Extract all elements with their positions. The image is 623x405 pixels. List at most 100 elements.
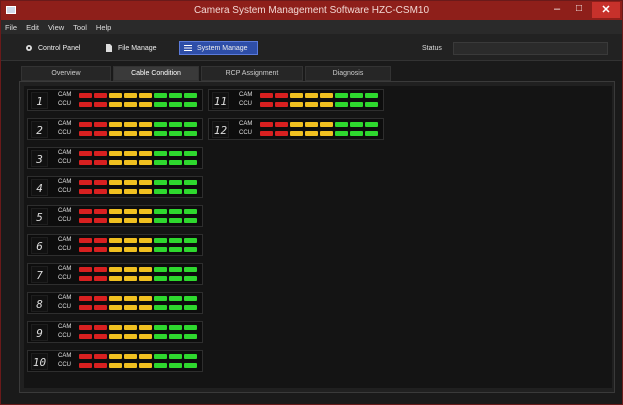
- file-manage-button[interactable]: File Manage: [101, 41, 177, 55]
- level-segment: [94, 93, 107, 98]
- level-segment: [154, 218, 167, 223]
- level-segment: [109, 209, 122, 214]
- level-segment: [169, 189, 182, 194]
- camera-number: 8: [31, 295, 48, 312]
- cam-label: CAM: [58, 324, 72, 330]
- camera-number: 3: [31, 150, 48, 167]
- level-segment: [154, 102, 167, 107]
- level-segment: [109, 189, 122, 194]
- level-segment: [94, 189, 107, 194]
- ccu-label: CCU: [58, 362, 71, 368]
- ccu-level-meter: [79, 247, 200, 253]
- level-segment: [124, 180, 137, 185]
- level-segment: [139, 122, 152, 127]
- level-segment: [169, 325, 182, 330]
- cam-level-meter: [79, 209, 200, 215]
- level-segment: [139, 296, 152, 301]
- cable-row: 7 CAM CCU: [27, 263, 203, 285]
- menu-edit[interactable]: Edit: [26, 23, 39, 32]
- level-segment: [94, 131, 107, 136]
- level-segment: [124, 325, 137, 330]
- level-segment: [154, 296, 167, 301]
- cable-condition-panel: 1 CAM CCU 2 CAM CCU 3 CAM CCU 4 CAM CCU 5 CAM CCU 6 CAM C…: [19, 81, 615, 393]
- level-segment: [94, 122, 107, 127]
- cable-row: 11 CAM CCU: [208, 89, 384, 111]
- level-segment: [94, 296, 107, 301]
- ccu-level-meter: [79, 131, 200, 137]
- level-segment: [169, 209, 182, 214]
- level-segment: [154, 131, 167, 136]
- ccu-label: CCU: [58, 101, 71, 107]
- level-segment: [79, 238, 92, 243]
- level-segment: [320, 122, 333, 127]
- level-segment: [94, 334, 107, 339]
- camera-number: 5: [31, 208, 48, 225]
- menu-tool[interactable]: Tool: [73, 23, 87, 32]
- cam-label: CAM: [58, 121, 72, 127]
- level-segment: [94, 160, 107, 165]
- menu-bar: File Edit View Tool Help: [1, 20, 622, 34]
- level-segment: [154, 189, 167, 194]
- system-manage-button[interactable]: System Manage: [179, 41, 258, 55]
- close-button[interactable]: ✕: [592, 2, 620, 18]
- level-segment: [154, 363, 167, 368]
- menu-help[interactable]: Help: [96, 23, 111, 32]
- tab-overview[interactable]: Overview: [21, 66, 111, 81]
- level-segment: [79, 189, 92, 194]
- level-segment: [184, 325, 197, 330]
- level-segment: [260, 102, 273, 107]
- level-segment: [184, 102, 197, 107]
- minimize-button[interactable]: –: [547, 3, 567, 17]
- level-segment: [139, 131, 152, 136]
- level-segment: [154, 238, 167, 243]
- level-segment: [124, 354, 137, 359]
- level-segment: [275, 102, 288, 107]
- tab-cable-condition[interactable]: Cable Condition: [113, 66, 199, 81]
- cam-label: CAM: [58, 92, 72, 98]
- maximize-button[interactable]: □: [569, 3, 589, 17]
- level-segment: [169, 102, 182, 107]
- level-segment: [184, 180, 197, 185]
- menu-file[interactable]: File: [5, 23, 17, 32]
- status-field: [453, 42, 608, 55]
- ccu-label: CCU: [58, 188, 71, 194]
- level-segment: [109, 267, 122, 272]
- level-segment: [184, 209, 197, 214]
- ccu-label: CCU: [58, 130, 71, 136]
- level-segment: [139, 151, 152, 156]
- menu-view[interactable]: View: [48, 23, 64, 32]
- level-segment: [139, 325, 152, 330]
- level-segment: [79, 93, 92, 98]
- level-segment: [139, 354, 152, 359]
- tab-rcp-assignment[interactable]: RCP Assignment: [201, 66, 303, 81]
- cam-level-meter: [260, 93, 381, 99]
- level-segment: [94, 209, 107, 214]
- level-segment: [79, 267, 92, 272]
- level-segment: [169, 180, 182, 185]
- level-segment: [109, 305, 122, 310]
- level-segment: [260, 122, 273, 127]
- level-segment: [79, 122, 92, 127]
- level-segment: [124, 296, 137, 301]
- level-segment: [184, 160, 197, 165]
- tab-diagnosis[interactable]: Diagnosis: [305, 66, 391, 81]
- level-segment: [184, 247, 197, 252]
- level-segment: [154, 180, 167, 185]
- level-segment: [124, 305, 137, 310]
- level-segment: [109, 334, 122, 339]
- cam-level-meter: [260, 122, 381, 128]
- level-segment: [94, 363, 107, 368]
- level-segment: [184, 305, 197, 310]
- level-segment: [184, 122, 197, 127]
- level-segment: [79, 354, 92, 359]
- control-panel-button[interactable]: Control Panel: [21, 41, 97, 55]
- cam-level-meter: [79, 267, 200, 273]
- level-segment: [154, 151, 167, 156]
- ccu-level-meter: [260, 131, 381, 137]
- level-segment: [94, 247, 107, 252]
- level-segment: [290, 93, 303, 98]
- level-segment: [169, 218, 182, 223]
- level-segment: [305, 102, 318, 107]
- file-icon: [106, 44, 112, 52]
- level-segment: [139, 238, 152, 243]
